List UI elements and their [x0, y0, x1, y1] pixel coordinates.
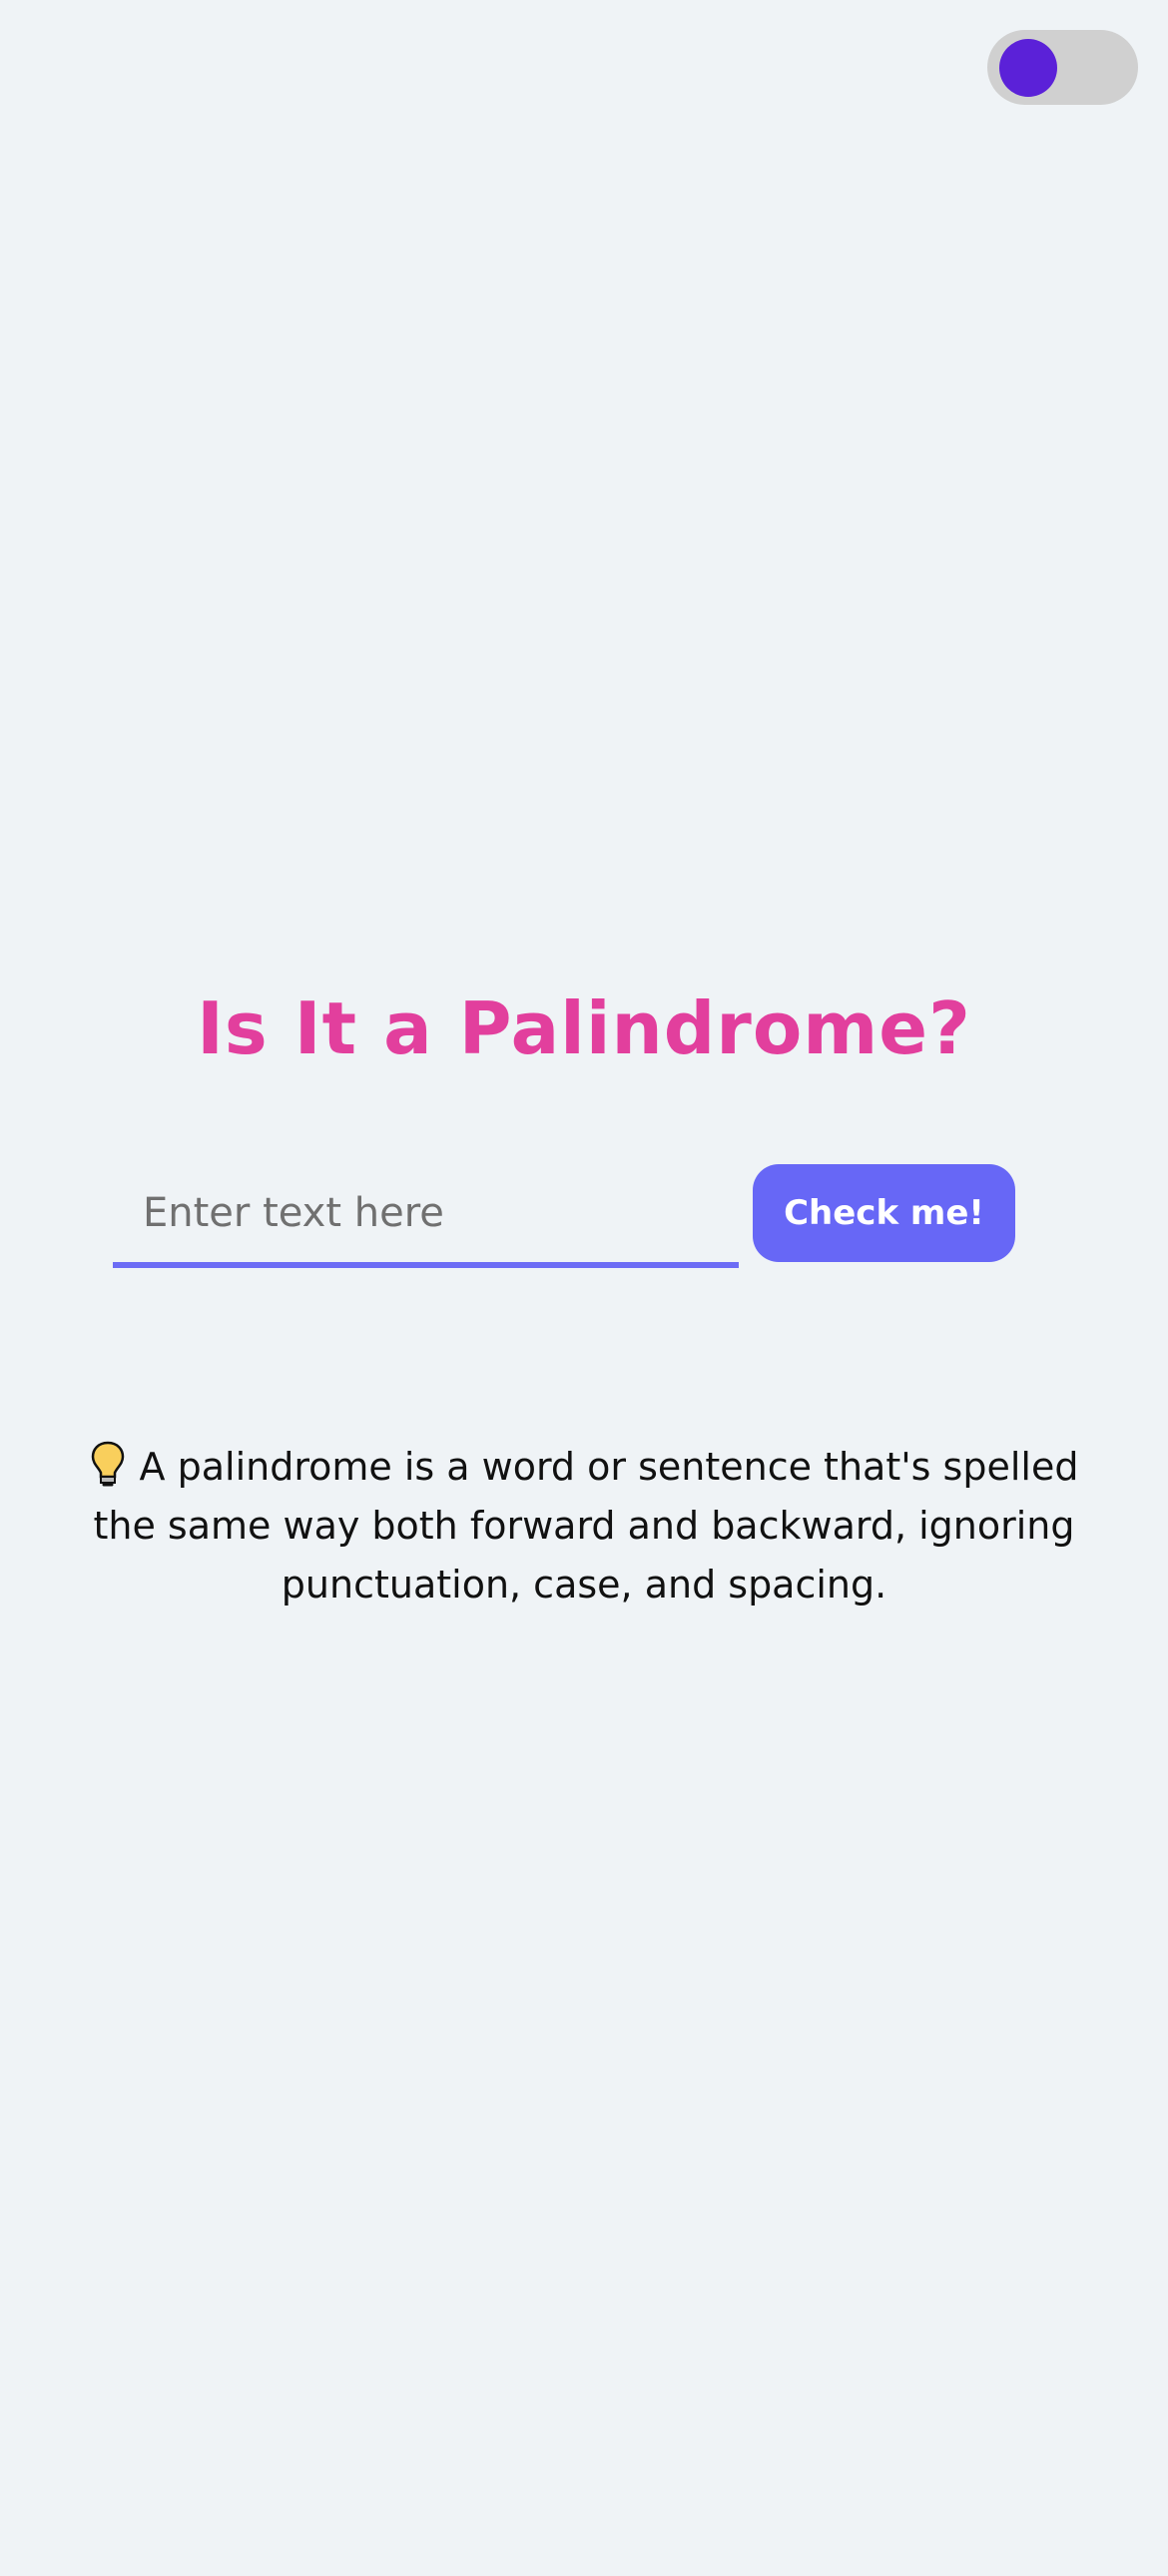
text-input[interactable] [113, 1164, 739, 1268]
theme-toggle-knob [999, 39, 1057, 97]
definition-text: A palindrome is a word or sentence that'… [93, 1445, 1079, 1607]
page-title: Is It a Palindrome? [197, 986, 971, 1070]
check-button[interactable]: Check me! [753, 1164, 1015, 1262]
theme-toggle[interactable] [987, 30, 1138, 105]
input-row: Check me! [113, 1164, 1015, 1276]
palindrome-definition: A palindrome is a word or sentence that'… [60, 1438, 1108, 1614]
lightbulb-icon [90, 1440, 126, 1488]
